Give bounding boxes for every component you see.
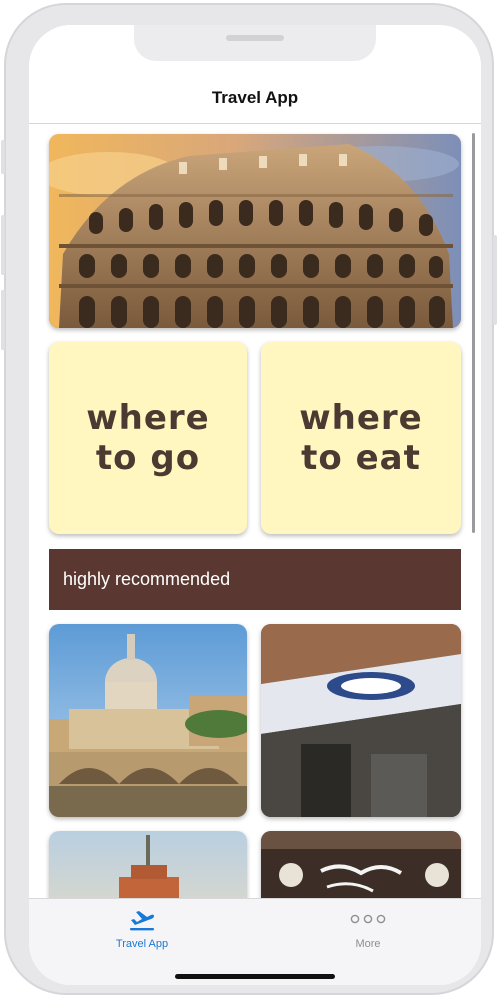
recommended-banner: highly recommended [49, 549, 461, 610]
castel-photo-tile[interactable] [49, 831, 247, 898]
where-to-go-label: where to go [86, 398, 210, 478]
tab-travel-app-label: Travel App [115, 938, 169, 950]
banner-label: highly recommended [63, 569, 231, 589]
castel-illustration [49, 831, 247, 898]
colosseum-illustration [49, 134, 461, 328]
where-to-go-tile[interactable]: where to go [49, 342, 247, 534]
more-dots-icon [350, 914, 386, 924]
screen: Travel App where to go where to eat high… [29, 25, 481, 985]
tab-more[interactable]: More [255, 899, 481, 959]
volume-down-button [1, 290, 5, 350]
notch [134, 25, 376, 61]
where-to-eat-tile[interactable]: where to eat [261, 342, 461, 534]
where-to-eat-label: where to eat [299, 398, 423, 478]
home-indicator[interactable] [175, 974, 335, 979]
mute-switch [1, 140, 5, 174]
airplane-takeoff-icon [130, 911, 154, 931]
volume-up-button [1, 215, 5, 275]
restaurant-interior-photo-tile[interactable] [261, 831, 461, 898]
scrollbar[interactable] [472, 133, 475, 533]
st-peters-illustration [49, 624, 247, 817]
phone-frame: Travel App where to go where to eat high… [1, 3, 497, 995]
speaker-grille [226, 35, 284, 41]
tab-travel-app[interactable]: Travel App [29, 899, 255, 959]
interior-illustration [261, 831, 461, 898]
st-peters-photo-tile[interactable] [49, 624, 247, 817]
colosseum-hero-image[interactable] [49, 134, 461, 328]
tab-more-label: More [355, 938, 381, 950]
tab-bar: Travel App More [29, 898, 481, 985]
scroll-content[interactable]: where to go where to eat highly recommen… [29, 124, 481, 898]
power-button [493, 235, 497, 325]
restaurant-photo-tile[interactable] [261, 624, 461, 817]
restaurant-illustration [261, 624, 461, 817]
page-title: Travel App [211, 88, 299, 107]
